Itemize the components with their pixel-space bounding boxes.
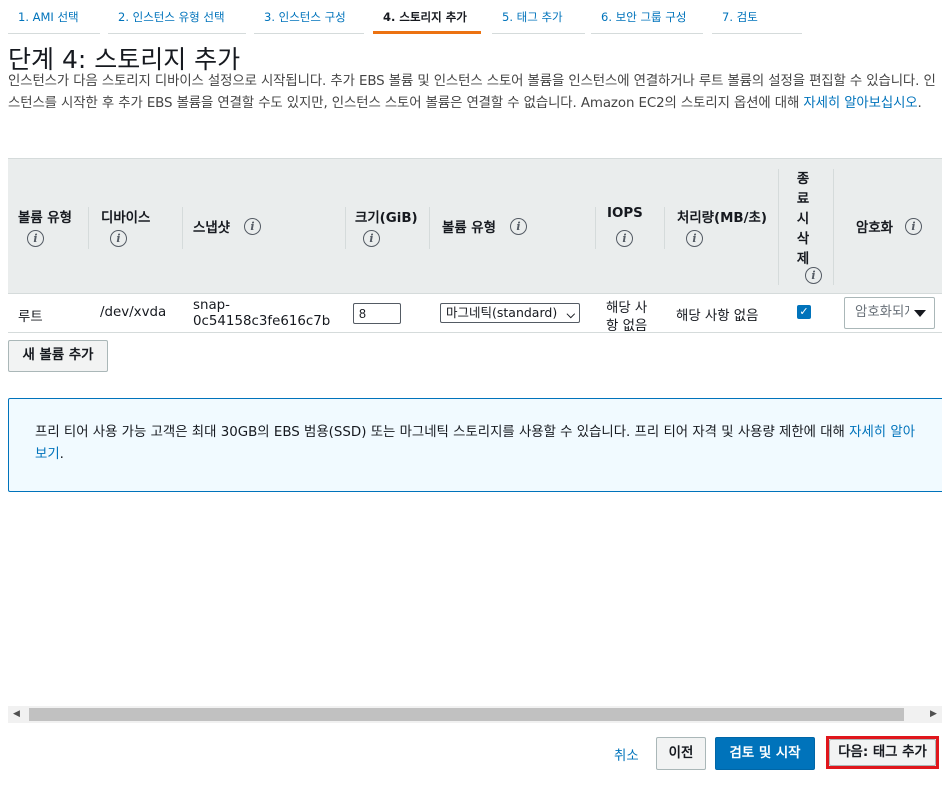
header-delete-on-termination: 종 료 시 삭 제 (796, 172, 810, 267)
encryption-value: 암호화되지 않음 (855, 305, 909, 320)
iops-info-icon[interactable]: i (616, 228, 633, 247)
device-info-icon[interactable]: i (110, 228, 127, 247)
row-volume-type: 루트 (18, 310, 43, 325)
size-input[interactable] (353, 303, 401, 324)
tab-instance-type[interactable]: 2. 인스턴스 유형 선택 (108, 0, 246, 34)
free-tier-notice: 프리 티어 사용 가능 고객은 최대 30GB의 EBS 범용(SSD) 또는 … (8, 398, 942, 492)
header-size: 크기(GiB) (355, 211, 418, 226)
scroll-right-icon[interactable]: ▶ (925, 706, 942, 723)
throughput-info-icon[interactable]: i (686, 228, 703, 247)
chevron-down-icon: ⌵ (566, 308, 575, 321)
next-add-tags-button[interactable]: 다음: 태그 추가 (829, 739, 936, 766)
row-snapshot-line2: 0c54158c3fe616c7b (193, 314, 331, 329)
row-iops-line1: 해당 사 (606, 301, 648, 316)
scroll-left-icon[interactable]: ◀ (8, 706, 25, 723)
header-encryption: 암호화 (856, 221, 893, 236)
scrollbar-thumb[interactable] (29, 708, 904, 721)
caret-down-icon (914, 310, 926, 317)
ebs-volume-type-select[interactable]: 마그네틱(standard) ⌵ (440, 303, 580, 323)
tab-configure-instance[interactable]: 3. 인스턴스 구성 (254, 0, 364, 34)
header-volume-type: 볼륨 유형 (18, 211, 72, 226)
add-volume-button[interactable]: 새 볼륨 추가 (8, 340, 108, 372)
description-end: . (917, 96, 922, 111)
header-throughput: 처리량(MB/초) (677, 211, 767, 226)
free-tier-notice-text: 프리 티어 사용 가능 고객은 최대 30GB의 EBS 범용(SSD) 또는 … (35, 425, 916, 462)
header-snapshot: 스냅샷 (193, 221, 230, 236)
row-device: /dev/xvda (100, 305, 167, 320)
storage-learn-more-link[interactable]: 자세히 알아보십시오 (803, 96, 917, 111)
tab-add-storage[interactable]: 4. 스토리지 추가 (373, 0, 481, 34)
tab-security-group[interactable]: 6. 보안 그룹 구성 (591, 0, 703, 34)
description-text: 인스턴스가 다음 스토리지 디바이스 설정으로 시작됩니다. 추가 EBS 볼륨… (8, 74, 936, 111)
cancel-link[interactable]: 취소 (614, 744, 639, 764)
volume-type-info-icon[interactable]: i (27, 228, 44, 247)
header-device: 디바이스 (101, 211, 151, 226)
previous-button[interactable]: 이전 (656, 737, 706, 770)
ebs-volume-type-value: 마그네틱(standard) (446, 305, 558, 320)
tab-add-tags[interactable]: 5. 태그 추가 (492, 0, 585, 34)
size-info-icon[interactable]: i (363, 228, 380, 247)
row-snapshot-line1: snap- (193, 298, 231, 313)
page-description: 인스턴스가 다음 스토리지 디바이스 설정으로 시작됩니다. 추가 EBS 볼륨… (8, 71, 938, 115)
tab-ami[interactable]: 1. AMI 선택 (8, 0, 100, 34)
ebs-volume-type-info-icon[interactable]: i (510, 216, 527, 235)
review-and-launch-button[interactable]: 검토 및 시작 (715, 737, 815, 770)
snapshot-info-icon[interactable]: i (244, 216, 261, 235)
row-divider (8, 332, 942, 333)
wizard-tabs: 1. AMI 선택 2. 인스턴스 유형 선택 3. 인스턴스 구성 4. 스토… (8, 0, 942, 34)
encryption-select[interactable]: 암호화되지 않음 (844, 297, 935, 329)
horizontal-scrollbar[interactable]: ◀ ▶ (8, 706, 942, 723)
encryption-info-icon[interactable]: i (905, 216, 922, 235)
row-iops-line2: 항 없음 (606, 319, 648, 334)
tab-review[interactable]: 7. 검토 (712, 0, 802, 34)
header-ebs-volume-type: 볼륨 유형 (442, 221, 496, 236)
row-throughput: 해당 사항 없음 (676, 309, 759, 324)
delete-on-termination-info-icon[interactable]: i (805, 265, 822, 284)
delete-on-termination-checkbox[interactable]: ✓ (797, 305, 811, 319)
header-iops: IOPS (607, 206, 643, 221)
